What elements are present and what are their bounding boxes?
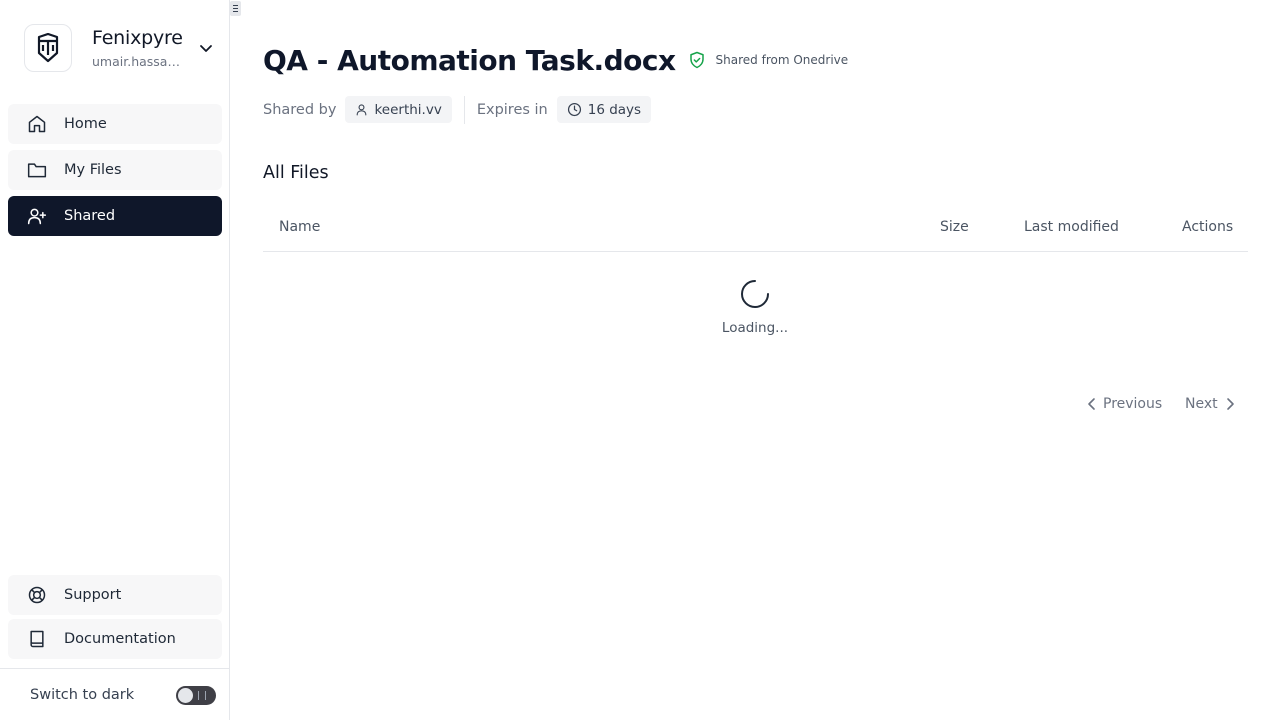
org-switcher[interactable]: Fenixpyre umair.hassan@... xyxy=(24,24,222,72)
sidebar-item-label: Home xyxy=(64,116,107,132)
expires-value: 16 days xyxy=(587,101,642,118)
shared-by-value: keerthi.vv xyxy=(374,101,442,118)
sidebar-item-documentation[interactable]: Documentation xyxy=(8,619,222,659)
user-icon xyxy=(357,104,367,116)
home-icon xyxy=(27,114,47,134)
shared-by-label: Shared by xyxy=(263,101,337,118)
clock-icon xyxy=(567,102,581,117)
share-source: Shared from Onedrive xyxy=(715,53,849,67)
shared-by-chip: keerthi.vv xyxy=(345,96,452,123)
column-header-name[interactable]: Name xyxy=(279,219,320,235)
book-icon xyxy=(27,629,47,649)
sidebar-item-label: Support xyxy=(64,587,122,603)
dark-mode-toggle[interactable] xyxy=(176,686,216,705)
org-name: Fenixpyre xyxy=(92,26,183,49)
shield-check-icon xyxy=(689,51,704,69)
column-header-actions: Actions xyxy=(1182,219,1234,235)
loading-spinner-icon xyxy=(741,280,769,308)
sidebar-item-my-files[interactable]: My Files xyxy=(8,150,222,190)
page-title: QA - Automation Task.docx xyxy=(263,43,676,77)
next-label: Next xyxy=(1185,396,1218,412)
column-header-size[interactable]: Size xyxy=(940,219,969,235)
life-buoy-icon xyxy=(27,585,47,605)
next-page-button[interactable]: Next xyxy=(1185,394,1236,414)
user-plus-icon xyxy=(27,206,47,226)
previous-page-button[interactable]: Previous xyxy=(1086,394,1162,414)
files-table-header: Name Size Last modified Actions xyxy=(263,203,1248,252)
sidebar-item-home[interactable]: Home xyxy=(8,104,222,144)
sidebar: Fenixpyre umair.hassan@... Home My Files… xyxy=(0,0,230,720)
toggle-grip-icon xyxy=(198,691,206,700)
sidebar-resize-handle[interactable] xyxy=(230,1,241,16)
chevron-right-icon xyxy=(1226,398,1234,410)
file-header: QA - Automation Task.docx Shared from On… xyxy=(263,42,848,78)
org-logo xyxy=(24,24,72,72)
folder-icon xyxy=(27,160,47,180)
sidebar-item-label: Shared xyxy=(64,208,116,224)
chevron-down-icon[interactable] xyxy=(198,40,214,56)
theme-toggle-row: Switch to dark xyxy=(0,668,229,720)
file-meta: Shared by keerthi.vv Expires in 16 days xyxy=(263,95,652,124)
org-email: umair.hassan@... xyxy=(92,53,186,69)
column-header-last-modified[interactable]: Last modified xyxy=(1024,219,1119,235)
toggle-knob xyxy=(178,688,193,703)
sidebar-item-label: My Files xyxy=(64,162,122,178)
loading-text: Loading... xyxy=(721,320,789,336)
previous-label: Previous xyxy=(1103,396,1163,412)
sidebar-item-shared[interactable]: Shared xyxy=(8,196,222,236)
sidebar-item-support[interactable]: Support xyxy=(8,575,222,615)
chevron-left-icon xyxy=(1088,398,1095,410)
expires-chip: 16 days xyxy=(556,96,652,123)
sidebar-item-label: Documentation xyxy=(64,631,176,647)
section-title: All Files xyxy=(263,163,329,183)
meta-divider xyxy=(463,95,465,124)
expires-label: Expires in xyxy=(476,101,548,118)
theme-toggle-label: Switch to dark xyxy=(30,687,135,703)
